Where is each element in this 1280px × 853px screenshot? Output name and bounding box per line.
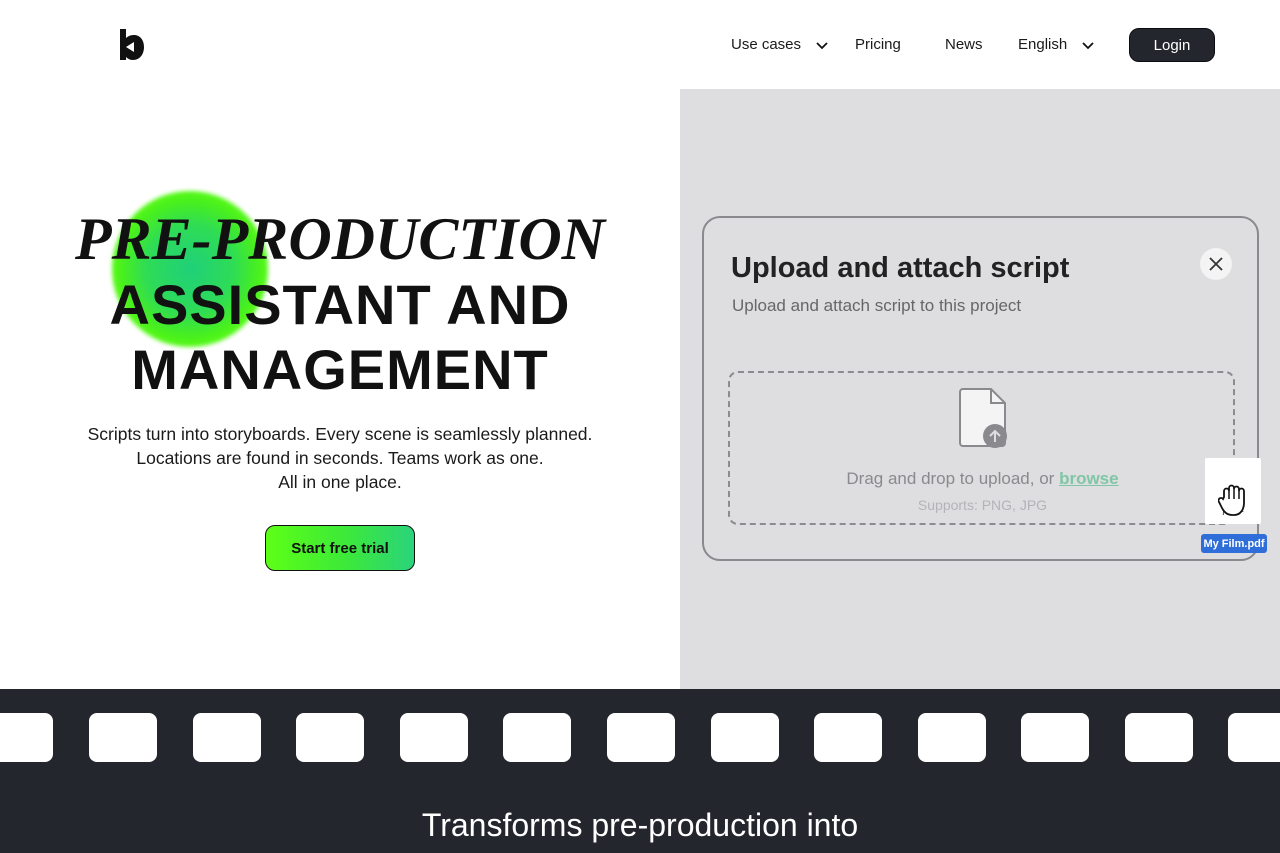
film-frame xyxy=(193,713,261,762)
film-frame xyxy=(1125,713,1193,762)
upload-script-modal: Upload and attach script Upload and atta… xyxy=(702,216,1259,561)
film-frame xyxy=(0,713,53,762)
nav-pricing[interactable]: Pricing xyxy=(855,27,901,62)
supported-formats: Supports: PNG, JPG xyxy=(917,497,1048,513)
nav-pricing-label: Pricing xyxy=(855,36,901,53)
hero-subtitle: Scripts turn into storyboards. Every sce… xyxy=(0,422,680,494)
hero-subtitle-line-3: All in one place. xyxy=(278,472,402,492)
film-frame xyxy=(918,713,986,762)
nav-news[interactable]: News xyxy=(945,27,983,62)
chevron-down-icon xyxy=(1082,41,1094,49)
dragged-file-name: My Film.pdf xyxy=(1201,534,1267,553)
nav-news-label: News xyxy=(945,36,983,53)
nav-use-cases[interactable]: Use cases xyxy=(731,27,829,62)
language-select-label: English xyxy=(1018,36,1068,53)
film-frame xyxy=(814,713,882,762)
dropzone-instruction: Drag and drop to upload, or xyxy=(846,469,1055,488)
site-header: Use cases Pricing News English Login xyxy=(0,0,1280,89)
login-button[interactable]: Login xyxy=(1129,28,1215,62)
nav-use-cases-label: Use cases xyxy=(731,36,802,53)
modal-close-button[interactable] xyxy=(1200,248,1232,280)
hero-subtitle-line-2: Locations are found in seconds. Teams wo… xyxy=(136,448,544,468)
start-free-trial-button[interactable]: Start free trial xyxy=(265,525,415,571)
dropzone-text: Drag and drop to upload, or browse xyxy=(730,469,1235,489)
hero-section: PRE-PRODUCTION ASSISTANT AND MANAGEMENT … xyxy=(0,89,680,689)
file-dropzone[interactable]: Drag and drop to upload, or browse Suppo… xyxy=(728,371,1235,525)
grab-hand-icon xyxy=(1218,484,1245,516)
film-frame xyxy=(1021,713,1089,762)
modal-title: Upload and attach script xyxy=(731,252,1070,284)
hero-title-line-1: PRE-PRODUCTION xyxy=(74,206,605,272)
browse-link[interactable]: browse xyxy=(1059,469,1119,488)
film-frame xyxy=(296,713,364,762)
section-heading: Transforms pre-production into xyxy=(421,807,859,843)
film-frame xyxy=(400,713,468,762)
language-select[interactable]: English xyxy=(1018,27,1095,62)
product-demo-panel: Upload and attach script Upload and atta… xyxy=(680,89,1280,689)
hero-subtitle-line-1: Scripts turn into storyboards. Every sce… xyxy=(87,424,593,444)
film-frame xyxy=(503,713,571,762)
film-frame xyxy=(1228,713,1280,762)
film-frame xyxy=(711,713,779,762)
chevron-down-icon xyxy=(816,41,828,49)
hero-title-line-2: ASSISTANT AND xyxy=(109,273,571,336)
close-icon xyxy=(1209,257,1223,271)
modal-subtitle: Upload and attach script to this project xyxy=(732,296,1022,315)
hero-title-line-3: MANAGEMENT xyxy=(131,338,549,401)
film-frame xyxy=(89,713,157,762)
main-nav: Use cases Pricing News English xyxy=(0,27,1280,62)
file-upload-icon xyxy=(959,388,1007,448)
film-strip-section: Transforms pre-production into xyxy=(0,689,1280,853)
film-frame xyxy=(607,713,675,762)
